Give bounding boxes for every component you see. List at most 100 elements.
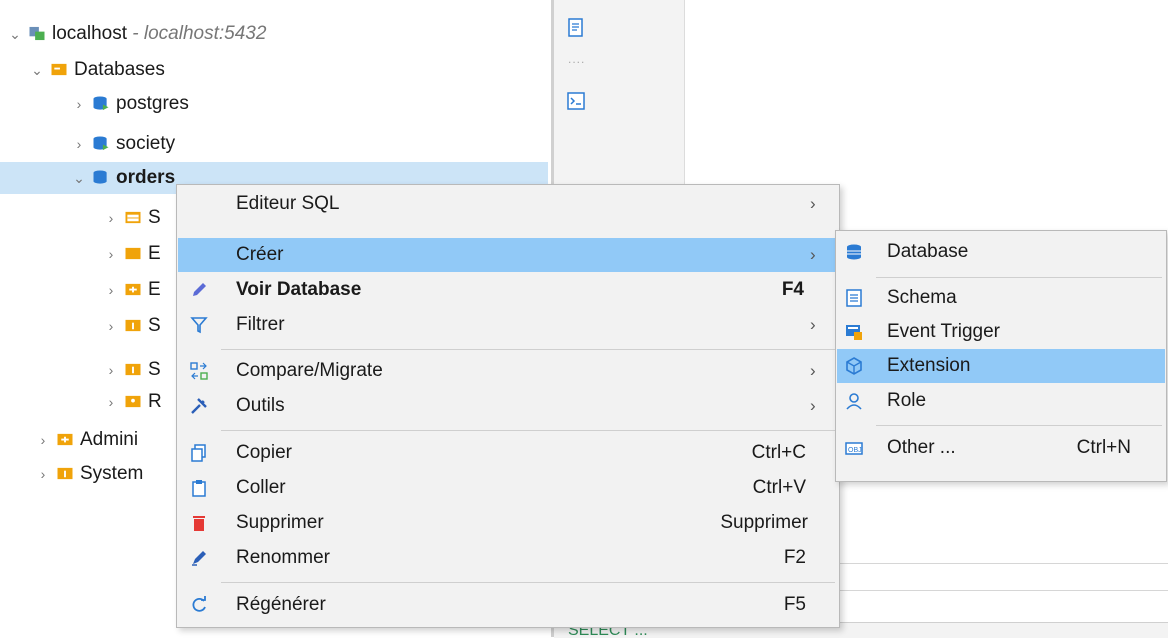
tree-node-child-4[interactable]: › S xyxy=(104,310,161,342)
chevron-right-icon[interactable]: › xyxy=(104,202,118,234)
submenu-item-other[interactable]: OBJ Other ... Ctrl+N xyxy=(837,431,1165,465)
tree-label-child: R xyxy=(148,391,162,412)
menu-label: Renommer xyxy=(236,547,330,568)
tree-label-databases: Databases xyxy=(74,59,165,80)
chevron-right-icon[interactable]: › xyxy=(104,274,118,306)
submenu-label: Database xyxy=(887,241,969,262)
tree-node-postgres[interactable]: › postgres xyxy=(72,88,189,120)
menu-shortcut: Ctrl+C xyxy=(751,442,806,463)
submenu-label: Schema xyxy=(887,287,957,308)
menu-item-rename[interactable]: Renommer F2 xyxy=(178,541,838,575)
tree-label-society: society xyxy=(116,133,176,154)
menu-item-compare-migrate[interactable]: Compare/Migrate › xyxy=(178,354,838,388)
chevron-down-icon[interactable]: ⌄ xyxy=(72,162,86,194)
chevron-right-icon[interactable]: › xyxy=(104,386,118,418)
database-icon xyxy=(93,96,109,111)
submenu-item-role[interactable]: Role xyxy=(837,384,1165,418)
folder-icon xyxy=(125,247,141,260)
chevron-right-icon[interactable]: › xyxy=(72,88,86,120)
menu-label: Créer xyxy=(236,244,284,265)
submenu-label: Role xyxy=(887,390,927,411)
chevron-right-icon: › xyxy=(810,194,816,213)
chevron-right-icon: › xyxy=(810,315,816,334)
chevron-down-icon[interactable]: ⌄ xyxy=(8,18,22,50)
menu-item-create[interactable]: Créer › xyxy=(178,238,838,272)
menu-item-delete[interactable]: Supprimer Supprimer xyxy=(178,506,838,540)
menu-item-paste[interactable]: Coller Ctrl+V xyxy=(178,471,838,505)
submenu-shortcut: Ctrl+N xyxy=(1076,437,1131,458)
folder-icon xyxy=(57,433,73,446)
toolbar-dots: .... xyxy=(568,52,586,66)
folder-icon xyxy=(125,283,141,296)
create-submenu: Database Schema Event Trigger Extension … xyxy=(835,230,1167,482)
folder-icon xyxy=(57,467,73,480)
menu-shortcut: F4 xyxy=(781,279,804,300)
menu-item-view-database[interactable]: Voir Database F4 xyxy=(178,273,838,307)
submenu-item-extension[interactable]: Extension xyxy=(837,349,1165,383)
chevron-right-icon[interactable]: › xyxy=(104,354,118,386)
tree-node-localhost[interactable]: ⌄ localhost - localhost:5432 xyxy=(8,18,266,50)
submenu-item-event-trigger[interactable]: Event Trigger xyxy=(837,315,1165,349)
sql-script-icon[interactable] xyxy=(567,18,585,38)
tree-detail-localhost: - localhost:5432 xyxy=(127,23,267,44)
tree-node-society[interactable]: › society xyxy=(72,128,175,160)
tree-node-schemas[interactable]: › S xyxy=(104,202,161,234)
menu-item-refresh[interactable]: Régénérer F5 xyxy=(178,588,838,622)
submenu-label: Extension xyxy=(887,355,971,376)
chevron-right-icon: › xyxy=(810,245,816,264)
submenu-item-schema[interactable]: Schema xyxy=(837,281,1165,315)
menu-separator xyxy=(876,425,1162,426)
rename-icon xyxy=(192,551,206,566)
menu-label: Supprimer xyxy=(236,512,324,533)
menu-label: Coller xyxy=(236,477,286,498)
chevron-right-icon[interactable]: › xyxy=(104,238,118,270)
menu-item-tools[interactable]: Outils › xyxy=(178,389,838,423)
tree-label-orders: orders xyxy=(116,167,176,188)
tree-node-databases[interactable]: ⌄ Databases xyxy=(30,54,165,86)
menu-separator xyxy=(876,277,1162,278)
chevron-right-icon[interactable]: › xyxy=(36,458,50,490)
tree-label-child: E xyxy=(148,279,161,300)
chevron-right-icon: › xyxy=(810,361,816,380)
menu-label: Copier xyxy=(236,442,292,463)
bottom-panel-header xyxy=(840,563,1168,564)
tree-label-child: S xyxy=(148,359,161,380)
menu-item-copy[interactable]: Copier Ctrl+C xyxy=(178,436,838,470)
tree-label-system: System xyxy=(80,463,144,484)
menu-shortcut: Supprimer xyxy=(720,512,808,533)
refresh-icon xyxy=(192,596,206,612)
tree-node-system[interactable]: › System xyxy=(36,458,144,490)
chevron-down-icon[interactable]: ⌄ xyxy=(30,54,44,86)
submenu-item-database[interactable]: Database xyxy=(837,235,1165,269)
chevron-right-icon[interactable]: › xyxy=(104,310,118,342)
menu-separator xyxy=(221,349,835,350)
chevron-right-icon[interactable]: › xyxy=(36,424,50,456)
tree-node-administer[interactable]: › Admini xyxy=(36,424,138,456)
other-object-icon: OBJ xyxy=(845,442,863,455)
schema-icon xyxy=(846,289,862,307)
submenu-label: Other ... xyxy=(887,437,956,458)
copy-icon xyxy=(191,444,206,462)
menu-label: Compare/Migrate xyxy=(236,360,383,381)
tree-node-child-5[interactable]: › S xyxy=(104,354,161,386)
tree-node-child-3[interactable]: › E xyxy=(104,274,161,306)
chevron-right-icon[interactable]: › xyxy=(72,128,86,160)
tree-node-child-2[interactable]: › E xyxy=(104,238,161,270)
tree-label-postgres: postgres xyxy=(116,93,189,114)
paste-icon xyxy=(192,480,206,497)
folder-icon xyxy=(125,319,141,332)
compare-icon xyxy=(190,362,208,380)
menu-shortcut: Ctrl+V xyxy=(752,477,806,498)
schema-folder-icon xyxy=(125,211,141,224)
menu-item-filter[interactable]: Filtrer › xyxy=(178,308,838,342)
menu-label: Editeur SQL xyxy=(236,193,340,214)
tree-label-child: S xyxy=(148,207,161,228)
database-icon xyxy=(93,136,109,151)
folder-icon xyxy=(125,363,141,376)
menu-separator xyxy=(221,430,835,431)
role-folder-icon xyxy=(125,395,141,408)
menu-item-sql-editor[interactable]: Editeur SQL › xyxy=(178,187,838,221)
menu-shortcut: F5 xyxy=(783,594,806,615)
tree-node-child-6[interactable]: › R xyxy=(104,386,162,418)
console-icon[interactable] xyxy=(567,92,585,110)
